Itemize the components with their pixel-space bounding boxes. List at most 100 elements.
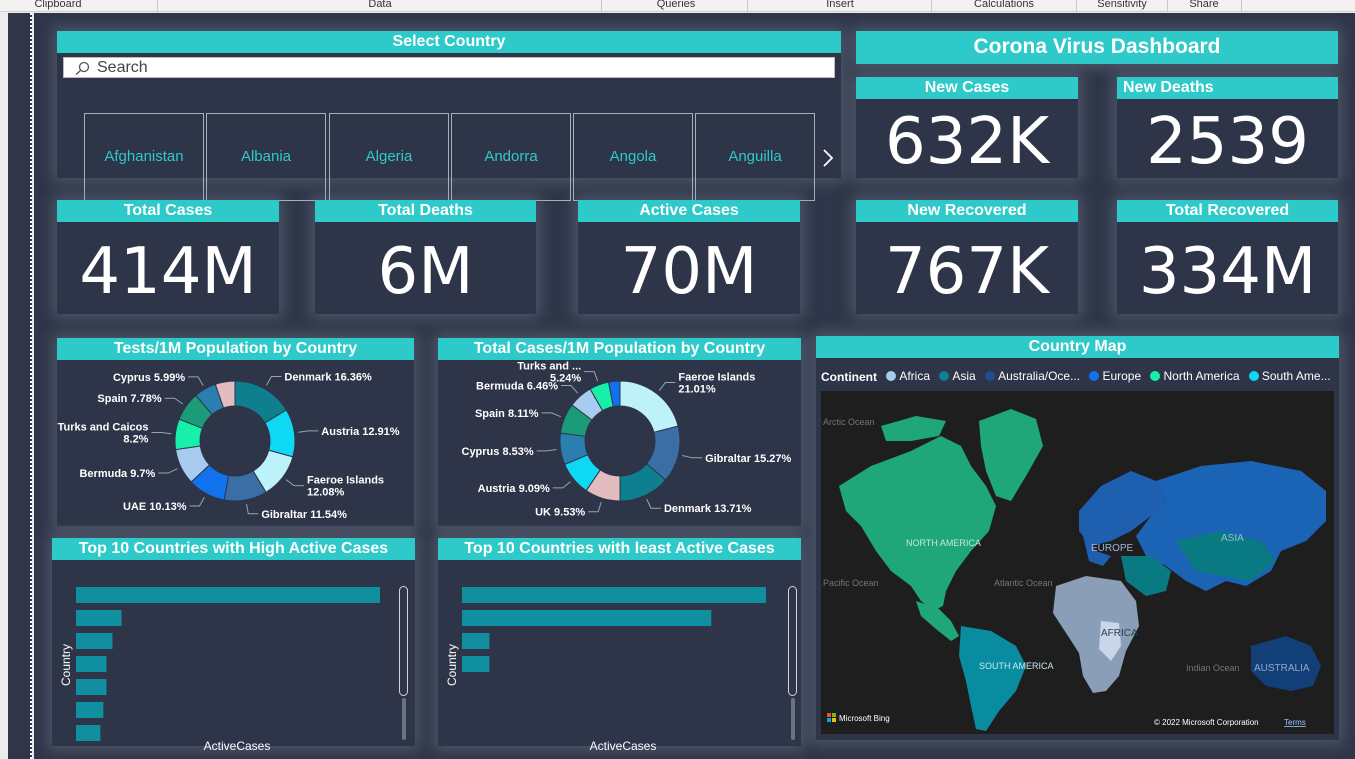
donut-label: Faeroe Islands xyxy=(307,475,384,487)
donut-label: Spain 8.11% xyxy=(475,408,539,420)
report-page: Select Country Search Afghanistan Albani… xyxy=(34,13,1355,759)
ribbon-bar: Clipboard Data Queries Insert Calculatio… xyxy=(0,0,1355,12)
kpi-new-recovered-value: 767K xyxy=(884,235,1050,309)
country-slicer: Select Country Search Afghanistan Albani… xyxy=(57,31,841,201)
slicer-title: Select Country xyxy=(57,31,841,53)
kpi-total-recovered-label: Total Recovered xyxy=(1117,200,1338,222)
map-title: Country Map xyxy=(816,336,1339,358)
bar[interactable] xyxy=(462,656,490,672)
bar[interactable] xyxy=(76,633,113,649)
world-map[interactable]: Arctic Ocean NORTH AMERICA Atlantic Ocea… xyxy=(821,391,1334,734)
bar[interactable] xyxy=(76,679,107,695)
kpi-active-cases-value: 70M xyxy=(620,235,758,309)
country-tile-andorra[interactable]: Andorra xyxy=(451,113,571,201)
donut-label: Austria 9.09% xyxy=(478,483,550,495)
legend-asia[interactable]: Asia xyxy=(939,369,976,383)
kpi-total-deaths-value: 6M xyxy=(377,235,474,309)
bar[interactable] xyxy=(76,610,122,626)
country-map: Country Map Continent Africa Asia Austra… xyxy=(816,336,1339,740)
bar[interactable] xyxy=(462,587,766,603)
svg-text:Indian Ocean: Indian Ocean xyxy=(1186,663,1240,673)
ribbon-group-queries[interactable]: Queries xyxy=(648,0,704,10)
bar-least-svg xyxy=(462,587,766,672)
bar-least-xlabel: ActiveCases xyxy=(589,739,657,753)
ribbon-group-data[interactable]: Data xyxy=(350,0,410,10)
scrollbar[interactable] xyxy=(399,586,408,696)
donut-label: Turks and Caicos xyxy=(58,422,149,434)
donut-label: Faeroe Islands xyxy=(678,372,755,384)
dashboard-title: Corona Virus Dashboard xyxy=(973,35,1221,58)
svg-text:EUROPE: EUROPE xyxy=(1091,543,1134,554)
kpi-new-recovered-label: New Recovered xyxy=(856,200,1078,222)
donut-cases-svg: Faeroe Islands21.01% Gibraltar 15.27% Denm… xyxy=(462,361,792,519)
legend-africa[interactable]: Africa xyxy=(886,369,930,383)
bar[interactable] xyxy=(76,702,104,718)
donut-label: 5.24% xyxy=(550,373,581,385)
donut-label: Denmark 16.36% xyxy=(284,372,372,384)
svg-text:Arctic Ocean: Arctic Ocean xyxy=(823,417,875,427)
scrollbar-track[interactable] xyxy=(791,698,795,740)
scrollbar[interactable] xyxy=(788,586,797,696)
country-tile-angola[interactable]: Angola xyxy=(573,113,693,201)
country-tile-algeria[interactable]: Algeria xyxy=(329,113,449,201)
svg-text:NORTH AMERICA: NORTH AMERICA xyxy=(906,538,981,548)
kpi-total-recovered-value: 334M xyxy=(1138,235,1317,309)
bar[interactable] xyxy=(462,610,712,626)
ribbon-group-calculations[interactable]: Calculations xyxy=(966,0,1042,10)
donut-tests-title: Tests/1M Population by Country xyxy=(57,338,414,360)
svg-text:AFRICA: AFRICA xyxy=(1101,628,1138,639)
map-copyright: © 2022 Microsoft Corporation xyxy=(1154,718,1259,727)
country-tile-afghanistan[interactable]: Afghanistan xyxy=(84,113,204,201)
bar-least-title: Top 10 Countries with least Active Cases xyxy=(438,538,801,560)
svg-text:SOUTH AMERICA: SOUTH AMERICA xyxy=(979,661,1054,671)
kpi-new-cases: New Cases 632K xyxy=(856,77,1078,178)
chevron-right-icon[interactable] xyxy=(821,147,835,169)
scrollbar-track[interactable] xyxy=(402,698,406,740)
legend-australia[interactable]: Australia/Oce... xyxy=(985,369,1080,383)
donut-label: Cyprus 5.99% xyxy=(113,372,185,384)
bar[interactable] xyxy=(76,587,380,603)
country-tile-albania[interactable]: Albania xyxy=(206,113,326,201)
ribbon-group-clipboard[interactable]: Clipboard xyxy=(30,0,86,10)
donut-label: Cyprus 8.53% xyxy=(462,446,534,458)
country-tile-anguilla[interactable]: Anguilla xyxy=(695,113,815,201)
svg-text:Atlantic Ocean: Atlantic Ocean xyxy=(994,578,1053,588)
donut-label: 12.08% xyxy=(307,487,345,499)
kpi-new-cases-value: 632K xyxy=(884,105,1050,179)
donut-label: 21.01% xyxy=(678,384,716,396)
map-terms-link: Terms xyxy=(1284,718,1306,727)
donut-label: Gibraltar 15.27% xyxy=(705,453,791,465)
kpi-active-cases: Active Cases 70M xyxy=(578,200,800,314)
bar-high-xlabel: ActiveCases xyxy=(203,739,271,753)
donut-label: Turks and ... xyxy=(517,361,581,373)
map-legend-title: Continent xyxy=(821,370,877,384)
kpi-total-recovered: Total Recovered 334M xyxy=(1117,200,1338,314)
ribbon-group-sensitivity[interactable]: Sensitivity xyxy=(1090,0,1154,10)
kpi-new-deaths-value: 2539 xyxy=(1146,105,1309,179)
search-box[interactable]: Search xyxy=(63,57,835,78)
kpi-total-cases: Total Cases 414M xyxy=(57,200,279,314)
bar[interactable] xyxy=(462,633,490,649)
donut-label: Bermuda 9.7% xyxy=(79,468,155,480)
search-input[interactable]: Search xyxy=(97,59,148,77)
donut-label: Bermuda 6.46% xyxy=(476,381,558,393)
donut-slice[interactable] xyxy=(619,380,679,433)
svg-text:AUSTRALIA: AUSTRALIA xyxy=(1254,663,1310,674)
legend-europe[interactable]: Europe xyxy=(1089,369,1141,383)
legend-south-america[interactable]: South Ame... xyxy=(1248,369,1331,383)
bar-high-ylabel: Country xyxy=(59,643,73,687)
legend-north-america[interactable]: North America xyxy=(1150,369,1240,383)
donut-label: UAE 10.13% xyxy=(123,501,187,513)
kpi-new-deaths: New Deaths 2539 xyxy=(1117,77,1338,178)
donut-label: Gibraltar 11.54% xyxy=(261,509,347,521)
kpi-new-cases-label: New Cases xyxy=(856,77,1078,99)
ribbon-group-insert[interactable]: Insert xyxy=(812,0,868,10)
bar[interactable] xyxy=(76,656,107,672)
bar[interactable] xyxy=(76,725,101,741)
ribbon-group-share[interactable]: Share xyxy=(1184,0,1224,10)
search-icon xyxy=(75,61,90,75)
page-navigation-bar[interactable] xyxy=(8,13,32,759)
bar-high-svg xyxy=(76,587,380,741)
donut-label: Spain 7.78% xyxy=(97,393,161,405)
bar-chart-least-active: Top 10 Countries with least Active Cases… xyxy=(438,538,801,753)
